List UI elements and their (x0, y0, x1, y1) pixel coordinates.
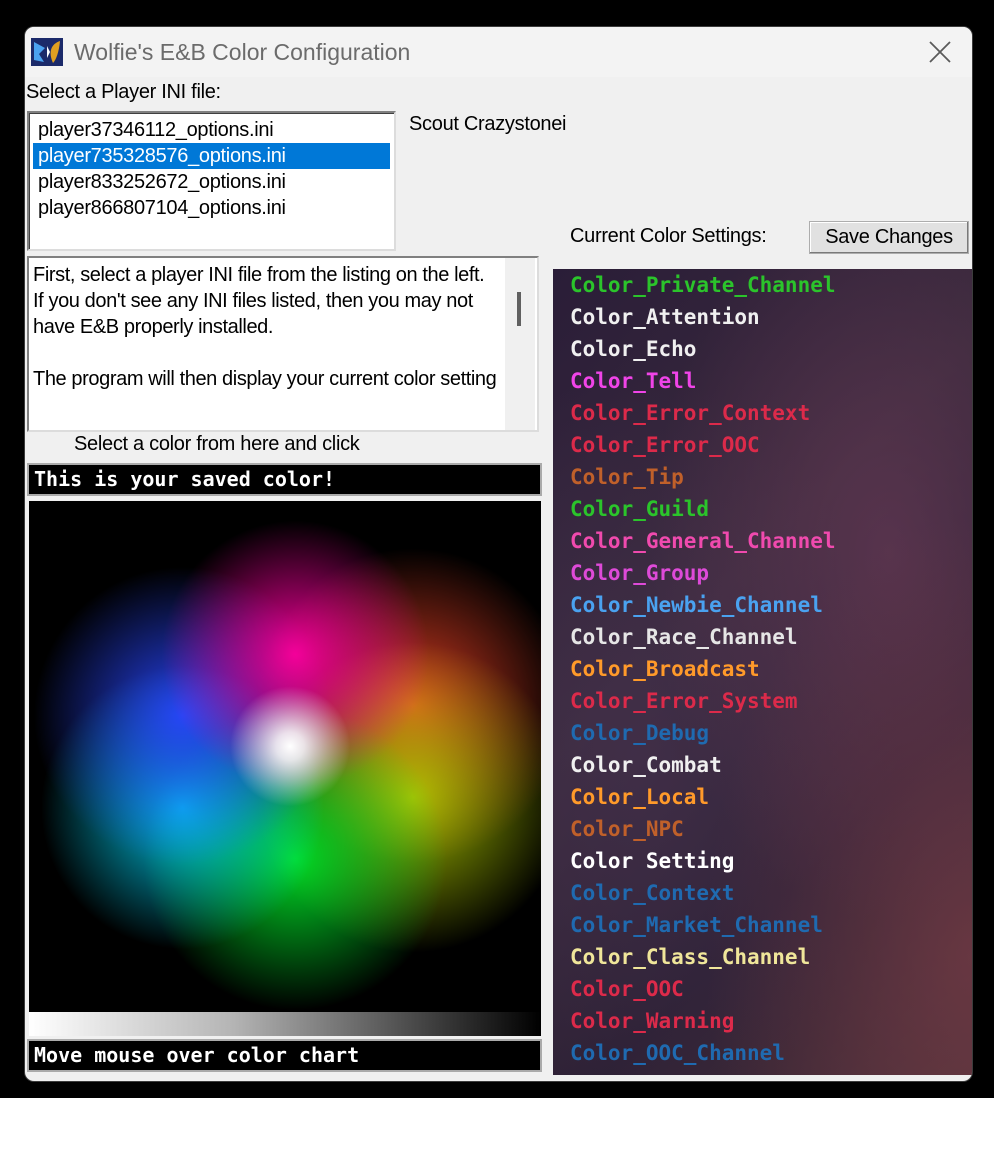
current-settings-label: Current Color Settings: (570, 225, 767, 247)
grayscale-strip[interactable] (29, 1012, 541, 1036)
color-settings-list: Color_Private_Channel Color_Attention Colo… (553, 269, 972, 1075)
file-list-item[interactable]: player37346112_options.ini (33, 117, 390, 143)
color-setting-item[interactable]: Color_Group (570, 557, 709, 589)
color-setting-item[interactable]: Color_Error_OOC (570, 429, 760, 461)
help-text: First, select a player INI file from the… (33, 264, 497, 390)
app-icon (31, 38, 63, 66)
color-setting-item[interactable]: Color_Debug (570, 717, 709, 749)
color-setting-item[interactable]: Color_Class_Channel (570, 941, 810, 973)
file-list-item-selected[interactable]: player735328576_options.ini (33, 143, 390, 169)
color-setting-item[interactable]: Color_Warning (570, 1005, 734, 1037)
saved-color-bar: This is your saved color! (27, 463, 542, 496)
color-setting-item[interactable]: Color_Combat (570, 749, 722, 781)
color-setting-item[interactable]: Color_Error_Context (570, 397, 810, 429)
color-setting-item[interactable]: Color_NPC (570, 813, 684, 845)
close-icon (929, 41, 951, 63)
color-setting-item[interactable]: Color_General_Channel (570, 525, 836, 557)
color-setting-item[interactable]: Color_Newbie_Channel (570, 589, 823, 621)
color-setting-item[interactable]: Color_Tip (570, 461, 684, 493)
color-setting-item[interactable]: Color_Market_Channel (570, 909, 823, 941)
help-scrollbar[interactable] (505, 258, 535, 430)
title-bar[interactable]: Wolfie's E&B Color Configuration (25, 27, 972, 77)
file-list-item[interactable]: player833252672_options.ini (33, 169, 390, 195)
ini-file-list[interactable]: player37346112_options.ini player7353285… (27, 111, 396, 251)
color-setting-item[interactable]: Color Setting (570, 845, 734, 877)
color-setting-item[interactable]: Color_OOC_Channel (570, 1037, 785, 1069)
config-window: Wolfie's E&B Color Configuration Select … (25, 27, 972, 1081)
color-setting-item[interactable]: Color_Private_Channel (570, 269, 836, 301)
color-setting-item[interactable]: Color_Attention (570, 301, 760, 333)
color-setting-item[interactable]: Color_OOC (570, 973, 684, 1005)
window-title: Wolfie's E&B Color Configuration (74, 39, 411, 65)
color-setting-item[interactable]: Color_Race_Channel (570, 621, 798, 653)
file-list-item[interactable]: player866807104_options.ini (33, 195, 390, 221)
close-button[interactable] (913, 31, 967, 73)
select-color-hint: Select a color from here and click (74, 433, 360, 455)
color-setting-item[interactable]: Color_Tell (570, 365, 696, 397)
select-file-label: Select a Player INI file: (26, 81, 221, 103)
color-setting-item[interactable]: Color_Local (570, 781, 709, 813)
color-setting-item[interactable]: Color_Guild (570, 493, 709, 525)
save-changes-button[interactable]: Save Changes (809, 221, 969, 254)
help-scrollbar-thumb[interactable] (517, 292, 521, 326)
hover-color-bar: Move mouse over color chart (27, 1039, 542, 1072)
help-textbox[interactable]: First, select a player INI file from the… (27, 256, 539, 432)
color-setting-item[interactable]: Color_Error_System (570, 685, 798, 717)
color-setting-item[interactable]: Color_Echo (570, 333, 696, 365)
character-name: Scout Crazystonei (409, 113, 567, 135)
color-setting-item[interactable]: Color_Broadcast (570, 653, 760, 685)
color-setting-item[interactable]: Color_Context (570, 877, 734, 909)
color-chart[interactable] (29, 501, 541, 1012)
